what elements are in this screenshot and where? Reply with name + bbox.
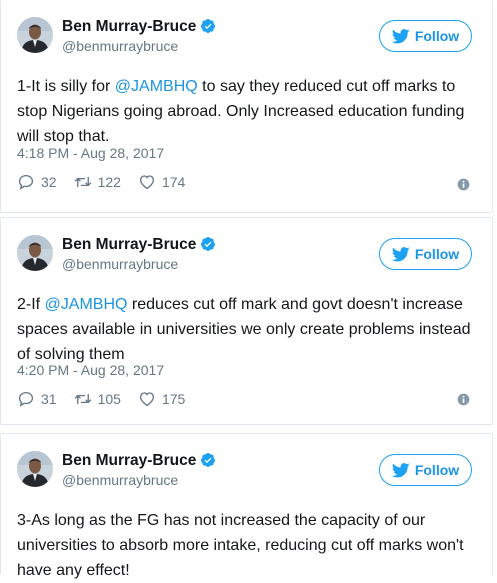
info-icon[interactable] xyxy=(457,393,470,406)
reply-count: 31 xyxy=(41,391,57,407)
retweet-action[interactable]: 122 xyxy=(74,173,121,191)
author-handle[interactable]: @benmurraybruce xyxy=(62,472,178,488)
tweet-text: 1-It is silly for @JAMBHQ to say they re… xyxy=(17,74,477,149)
twitter-bird-icon xyxy=(391,246,410,261)
tweet-card: Ben Murray-Bruce @benmurraybruce Follow … xyxy=(0,433,493,579)
like-action[interactable]: 174 xyxy=(138,173,185,191)
like-count: 175 xyxy=(161,391,186,407)
tweet-text: 3-As long as the FG has not increased th… xyxy=(17,512,464,579)
reply-action[interactable]: 32 xyxy=(17,173,57,191)
reply-icon xyxy=(18,174,34,190)
retweet-icon xyxy=(74,393,91,405)
mention-link[interactable]: @JAMBHQ xyxy=(45,296,128,313)
follow-button[interactable]: Follow xyxy=(379,238,472,270)
avatar[interactable] xyxy=(17,451,53,487)
author-name[interactable]: Ben Murray-Bruce xyxy=(62,452,216,470)
follow-label: Follow xyxy=(414,246,460,262)
tweet-timestamp[interactable]: 4:20 PM - Aug 28, 2017 xyxy=(17,362,164,378)
author-name[interactable]: Ben Murray-Bruce xyxy=(62,236,216,254)
follow-button[interactable]: Follow xyxy=(379,20,472,52)
tweet-actions: 32 122 174 xyxy=(17,172,202,192)
avatar[interactable] xyxy=(17,17,53,53)
reply-icon xyxy=(18,391,34,407)
mention-link[interactable]: @JAMBHQ xyxy=(115,78,198,95)
tweet-timestamp[interactable]: 4:18 PM - Aug 28, 2017 xyxy=(17,145,164,161)
follow-label: Follow xyxy=(414,28,460,44)
info-icon[interactable] xyxy=(457,178,470,191)
retweet-action[interactable]: 105 xyxy=(74,390,121,408)
author-handle[interactable]: @benmurraybruce xyxy=(62,38,178,54)
verified-badge-icon xyxy=(201,453,216,467)
tweet-text: 2-If @JAMBHQ reduces cut off mark and go… xyxy=(17,292,477,367)
twitter-bird-icon xyxy=(391,462,410,477)
like-count: 174 xyxy=(161,174,186,190)
tweet-feed: Ben Murray-Bruce @benmurraybruce Follow … xyxy=(0,0,497,579)
tweet-card: Ben Murray-Bruce @benmurraybruce Follow … xyxy=(0,217,493,425)
like-action[interactable]: 175 xyxy=(138,390,185,408)
retweet-count: 122 xyxy=(97,174,121,190)
tweet-card: Ben Murray-Bruce @benmurraybruce Follow … xyxy=(0,0,493,213)
like-heart-icon xyxy=(139,175,154,190)
reply-count: 32 xyxy=(41,174,57,190)
like-heart-icon xyxy=(139,392,154,407)
reply-action[interactable]: 31 xyxy=(17,390,57,408)
tweet-actions: 31 105 175 xyxy=(17,389,202,409)
verified-badge-icon xyxy=(201,237,216,251)
tweet-text-part: 2-If xyxy=(17,296,45,313)
follow-button[interactable]: Follow xyxy=(379,454,472,486)
avatar[interactable] xyxy=(17,235,53,271)
tweet-text-part: 1-It is silly for xyxy=(17,78,115,95)
retweet-icon xyxy=(74,176,91,188)
follow-label: Follow xyxy=(414,462,460,478)
author-handle[interactable]: @benmurraybruce xyxy=(62,256,178,272)
twitter-bird-icon xyxy=(391,28,410,43)
retweet-count: 105 xyxy=(97,391,121,407)
verified-badge-icon xyxy=(201,19,216,33)
author-name[interactable]: Ben Murray-Bruce xyxy=(62,18,216,36)
